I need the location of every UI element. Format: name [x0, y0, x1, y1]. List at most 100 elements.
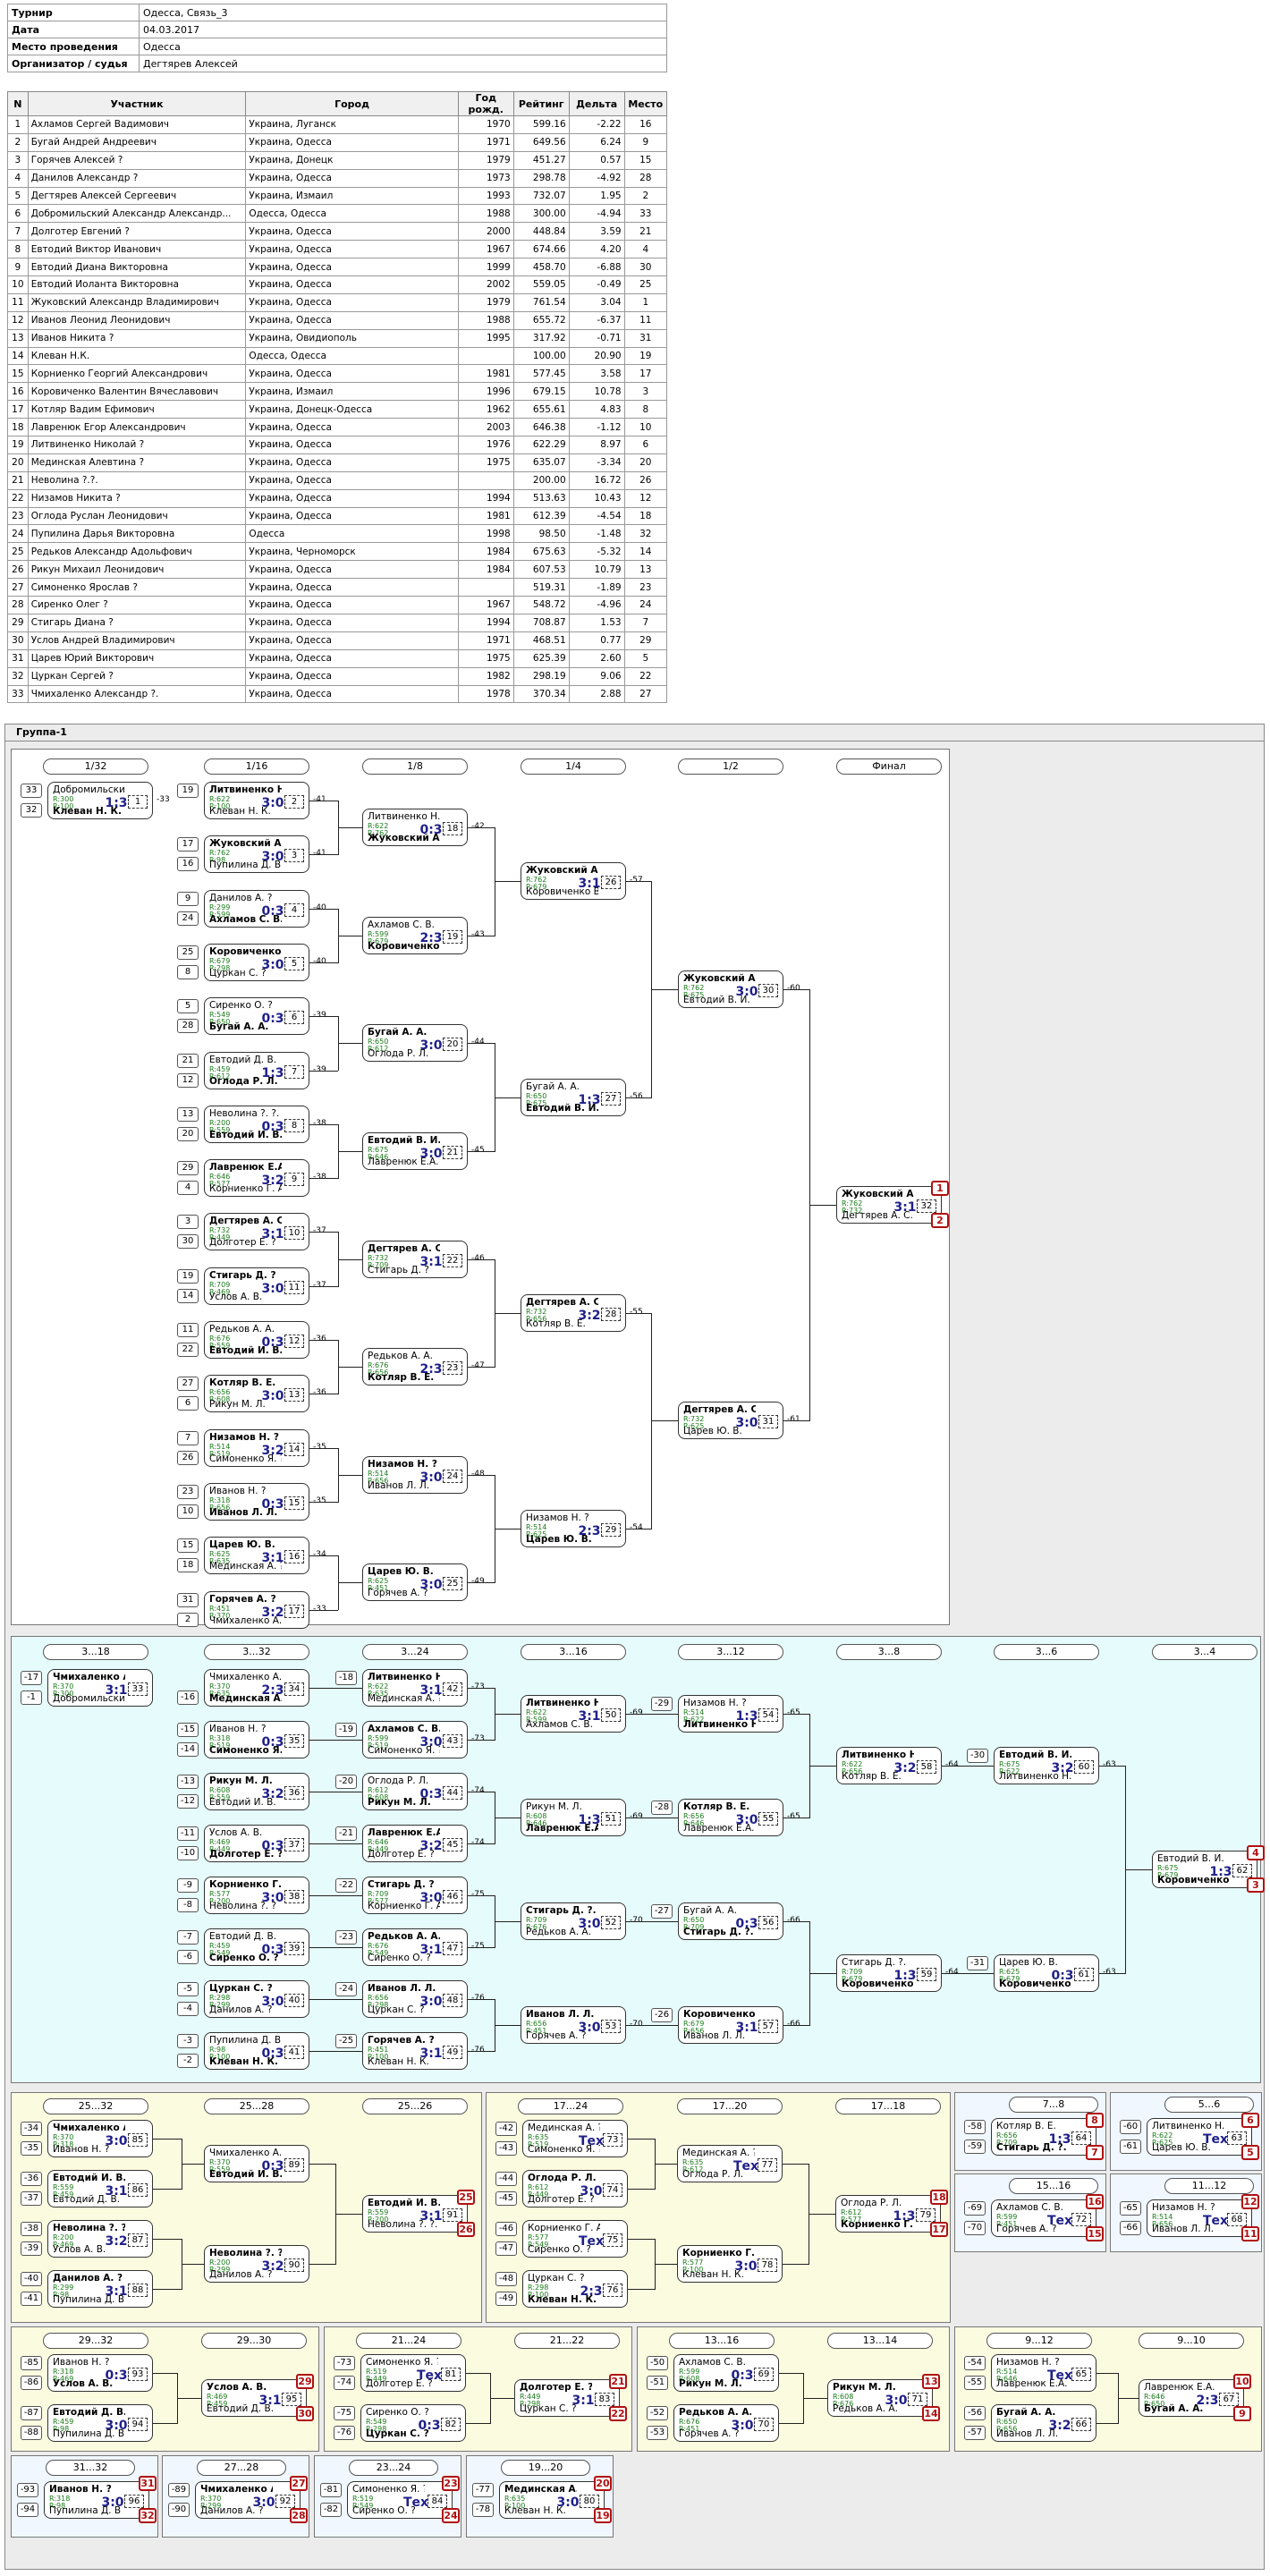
match-box[interactable]: Дегтярев А. С. R:732 R:709 3:1 22 Стигарь Д. …: [362, 1240, 468, 1278]
column-header[interactable]: Место: [623, 91, 668, 116]
match-box[interactable]: Чмихаленко А... R:370 R:559 0:3 89 Евтодий И.…: [204, 2145, 309, 2182]
match-box[interactable]: Низамов Н. ? R:514 R:646 Тех 65 Лавренюк Е.А.: [991, 2354, 1096, 2392]
match-box[interactable]: Данилов А. ? R:299 R:599 0:3 4 Ахламов С. В.: [204, 889, 309, 928]
match-box[interactable]: Жуковский А. В.R:762R:983:03Пупилина Д. …: [204, 835, 309, 874]
column-header[interactable]: Город: [245, 91, 459, 116]
match-box[interactable]: Горячев А. ? R:451 R:100 3:1 49 Клеван Н. К.: [362, 2032, 468, 2070]
match-box[interactable]: Котляр В. Е. R:656 R:646 3:0 55 Лавренюк Е.А.: [678, 1799, 783, 1836]
match-box[interactable]: Корниенко Г. А.R:577R:1003:078Клеван Н. …: [677, 2245, 783, 2283]
match-box[interactable]: Бугай А. А. R:650 R:675 1:3 27 Евтодий В. И.: [521, 1078, 626, 1116]
match-box[interactable]: Низамов Н. ? R:514 R:656 3:0 24 Иванов Л. Л.: [362, 1455, 468, 1494]
match-box[interactable]: Иванов Л. Л. R:656 R:451 3:0 53 Горячев А. ?: [521, 2006, 626, 2044]
match-box[interactable]: Чмихаленко А...R:370R:3183:085Иванов Н. …: [47, 2120, 153, 2157]
match-box[interactable]: Данилов А. ? R:299 R:98 3:1 88 Пупилина Д. В.: [47, 2270, 153, 2308]
match-box[interactable]: Рикун М. Л. R:608 R:559 3:2 36 Евтодий И. В.: [204, 1773, 309, 1810]
match-box[interactable]: Услов А. В. R:469 R:449 0:3 37 Долготер Е. ?: [204, 1825, 309, 1862]
match-box[interactable]: Долготер Е. ? R:449 R:298 3:1 83 Цуркан С. ?: [514, 2379, 620, 2417]
match-box[interactable]: Низамов Н. ? R:514 R:519 3:2 14 Симоненко Я. …: [204, 1428, 309, 1467]
match-box[interactable]: Лавренюк Е.А. R:646 R:650 2:3 67 Бугай А. А.: [1139, 2379, 1244, 2417]
match-box[interactable]: Неволина ?. ?. R:200 R:559 0:3 8 Евтодий И. В…: [204, 1105, 309, 1143]
match-box[interactable]: Иванов Н. ? R:318 R:656 0:3 15 Иванов Л. Л.: [204, 1482, 309, 1521]
match-box[interactable]: Царев Ю. В.R:625R:6790:361Коровиченко В.…: [994, 1954, 1099, 1992]
column-header[interactable]: Рейтинг: [512, 91, 570, 116]
match-box[interactable]: Стигарь Д. ? R:709 R:577 3:0 46 Корниенко Г. …: [362, 1877, 468, 1914]
match-box[interactable]: Литвиненко Н....R:622R:1003:02Клеван Н. …: [204, 782, 309, 819]
match-box[interactable]: Добромильский...R:300R:1001:31Клеван Н. …: [47, 782, 153, 819]
match-box[interactable]: Литвиненко Н.R:622R:7620:318Жуковский А.…: [362, 809, 468, 847]
match-box[interactable]: Котляр В. Е. R:656 R:608 3:0 13 Рикун М. Л.: [204, 1375, 309, 1413]
match-box[interactable]: Симоненко Я. ? R:519 R:449 Тех 81 Долготер Е.…: [360, 2354, 466, 2392]
match-box[interactable]: Рикун М. Л. R:608 R:646 1:3 51 Лавренюк Е.А.: [521, 1799, 626, 1836]
match-box[interactable]: Лавренюк Е.А. R:646 R:449 3:2 45 Долготер Е. …: [362, 1825, 468, 1862]
match-box[interactable]: Евтодий В. И. R:675 R:646 3:0 21 Лавренюк Е.А…: [362, 1131, 468, 1170]
match-box[interactable]: Низамов Н. ?R:514R:6221:354Литвиненко Н.…: [678, 1695, 783, 1733]
match-box[interactable]: Услов А. В. R:469 R:459 3:1 95 Евтодий Д. В.: [201, 2379, 307, 2417]
match-box[interactable]: Царев Ю. В. R:625 R:635 3:1 16 Мединская А. ?: [204, 1537, 309, 1575]
match-box[interactable]: Бугай А. А. R:650 R:709 0:3 56 Стигарь Д. ?.: [678, 1902, 783, 1940]
match-box[interactable]: Иванов Н. ?R:318R:5190:335Симоненко Я. ?: [204, 1721, 309, 1758]
match-box[interactable]: Чмихаленко А.R:370R:6352:334Мединская А.…: [204, 1669, 309, 1707]
match-box[interactable]: Ахламов С. В. R:599 R:608 0:3 69 Рикун М. Л.: [673, 2354, 779, 2392]
match-box[interactable]: Евтодий И. В. R:559 R:459 3:1 86 Евтодий Д. В…: [47, 2170, 153, 2207]
match-box[interactable]: Ахламов С. В. R:599 R:679 2:3 19 Коровиченко …: [362, 916, 468, 954]
match-box[interactable]: Редьков А. А. R:676 R:549 3:1 47 Сиренко О. ?: [362, 1928, 468, 1966]
match-box[interactable]: Царев Ю. В. R:625 R:451 3:0 25 Горячев А. ?: [362, 1563, 468, 1602]
match-box[interactable]: Иванов Н. ? R:318 R:469 0:3 93 Услов А. В.: [47, 2354, 153, 2392]
match-box[interactable]: Жуковский А. В.R:762R:6793:126Коровиченк…: [521, 862, 626, 901]
match-box[interactable]: Низамов Н. ? R:514 R:656 Тех 68 Иванов Л. Л.: [1147, 2199, 1252, 2237]
column-header[interactable]: Дельта: [568, 91, 625, 116]
match-box[interactable]: Евтодий Д. В. R:459 R:98 3:0 94 Пупилина Д. В…: [47, 2404, 153, 2442]
match-box[interactable]: Стигарь Д. ? R:709 R:469 3:0 11 Услов А. В.: [204, 1267, 309, 1305]
match-box[interactable]: Бугай А. А. R:650 R:656 3:2 66 Иванов Л. Л.: [991, 2404, 1096, 2442]
match-box[interactable]: Иванов Л. Л. R:656 R:298 3:0 48 Цуркан С. ?: [362, 1980, 468, 2018]
match-box[interactable]: Дегтярев А. С. R:732 R:449 3:1 10 Долготер Е.…: [204, 1213, 309, 1251]
match-box[interactable]: Горячев А. ? R:451 R:370 3:2 17 Чмихаленко А.…: [204, 1590, 309, 1629]
match-box[interactable]: Пупилина Д. В. R:98 R:100 0:3 41 Клеван Н. К.: [204, 2032, 309, 2070]
match-box[interactable]: Евтодий В. И. R:675 R:679 1:3 62 Коровиченко …: [1152, 1851, 1257, 1888]
match-box[interactable]: Лавренюк Е.А. R:646 R:577 3:2 9 Корниенко Г. …: [204, 1159, 309, 1198]
match-box[interactable]: Литвиненко Н. R:622 R:635 3:1 42 Мединская А.…: [362, 1669, 468, 1707]
match-box[interactable]: Низамов Н. ? R:514 R:625 2:3 29 Царев Ю. В.: [521, 1510, 626, 1548]
match-box[interactable]: Жуковский А. В.R:762R:6753:030Евтодий В.…: [678, 970, 783, 1009]
match-box[interactable]: Оглода Р. Л. R:612 R:608 0:3 44 Рикун М. Л.: [362, 1773, 468, 1810]
match-box[interactable]: Ахламов С. В. R:599 R:519 3:0 43 Симоненко Я.…: [362, 1721, 468, 1758]
match-box[interactable]: Коровиченко В...R:679R:2983:05Цуркан С. …: [204, 943, 309, 981]
match-box[interactable]: Цуркан С. ? R:298 R:100 2:3 76 Клеван Н. К.: [522, 2270, 628, 2308]
match-box[interactable]: Евтодий Д. В. R:459 R:612 1:3 7 Оглода Р. Л.: [204, 1051, 309, 1089]
match-box[interactable]: Сиренко О. ? R:549 R:298 0:3 82 Цуркан С. ?: [360, 2404, 466, 2442]
match-box[interactable]: Литвиненко Н....R:622R:625Тех63Царев Ю. …: [1147, 2118, 1252, 2156]
match-box[interactable]: Чмихаленко А...R:370R:3003:133Добромильс…: [47, 1669, 153, 1707]
match-box[interactable]: Редьков А. А. R:676 R:451 3:0 70 Горячев А. ?: [673, 2404, 779, 2442]
match-box[interactable]: Котляр В. Е. R:656 R:709 1:3 64 Стигарь Д. ?.: [991, 2118, 1096, 2156]
match-box[interactable]: Бугай А. А. R:650 R:612 3:0 20 Оглода Р. Л.: [362, 1024, 468, 1063]
match-box[interactable]: Коровиченко В...R:679R:6563:157Иванов Л.…: [678, 2006, 783, 2044]
match-box[interactable]: Чмихаленко А...R:370R:2993:092Данилов А.…: [195, 2481, 301, 2519]
match-box[interactable]: Литвиненко Н....R:622R:5993:150Ахламов С…: [521, 1695, 626, 1733]
match-box[interactable]: Ахламов С. В. R:599 R:451 Тех 72 Горячев А. ?: [991, 2199, 1096, 2237]
match-box[interactable]: Дегтярев А. С. R:732 R:625 3:0 31 Царев Ю. В.: [678, 1402, 783, 1440]
match-box[interactable]: Сиренко О. ? R:549 R:650 0:3 6 Бугай А. А.: [204, 997, 309, 1036]
match-box[interactable]: Оглода Р. Л. R:612 R:577 1:3 79 Корниенко Г. …: [835, 2195, 941, 2233]
match-box[interactable]: Жуковский А. В.R:762R:7323:132Дегтярев А…: [836, 1186, 942, 1224]
match-box[interactable]: Евтодий В. И. R:675 R:622 3:2 60 Литвиненко Н…: [994, 1747, 1099, 1784]
match-box[interactable]: Оглода Р. Л. R:612 R:449 3:0 74 Долготер Е. ?: [522, 2170, 628, 2207]
match-box[interactable]: Литвиненко Н....R:622R:6563:258Котляр В.…: [836, 1747, 942, 1784]
match-box[interactable]: Дегтярев А. С. R:732 R:656 3:2 28 Котляр В. Е…: [521, 1293, 626, 1332]
match-box[interactable]: Цуркан С. ? R:298 R:299 3:0 40 Данилов А. ?: [204, 1980, 309, 2018]
match-box[interactable]: Редьков А. А. R:676 R:559 0:3 12 Евтодий И. В…: [204, 1321, 309, 1359]
match-box[interactable]: Неволина ?. ?. R:200 R:299 3:2 90 Данилов А. …: [204, 2245, 309, 2283]
match-box[interactable]: Мединская А. ?R:635R:1003:080Клеван Н. К…: [499, 2481, 605, 2519]
match-box[interactable]: Стигарь Д. ?. R:709 R:679 1:3 59 Коровиченко …: [836, 1954, 942, 1992]
match-box[interactable]: Рикун М. Л. R:608 R:676 3:0 71 Редьков А. А.: [827, 2379, 933, 2417]
match-box[interactable]: Корниенко Г. А.R:577R:2003:038Неволина ?…: [204, 1877, 309, 1914]
match-box[interactable]: Редьков А. А. R:676 R:656 2:3 23 Котляр В. Е.: [362, 1348, 468, 1386]
column-header[interactable]: N: [7, 91, 29, 116]
match-box[interactable]: Мединская А. ? R:635 R:612 Тех 77 Оглода Р. Л…: [677, 2145, 783, 2182]
match-box[interactable]: Мединская А. ? R:635 R:519 Тех 73 Симоненко Я…: [522, 2120, 628, 2157]
match-box[interactable]: Неволина ?. ?. R:200 R:469 3:2 87 Услов А. В.: [47, 2220, 153, 2258]
match-box[interactable]: Евтодий И. В. R:559 R:200 3:1 91 Неволина ?. …: [362, 2195, 468, 2233]
match-box[interactable]: Иванов Н. ? R:318 R:98 3:0 96 Пупилина Д. В.: [44, 2481, 149, 2519]
column-header[interactable]: Год рожд.: [457, 91, 514, 116]
column-header[interactable]: Участник: [27, 91, 247, 116]
match-box[interactable]: Корниенко Г. А. R:577 R:549 Тех 75 Сиренко О.…: [522, 2220, 628, 2258]
